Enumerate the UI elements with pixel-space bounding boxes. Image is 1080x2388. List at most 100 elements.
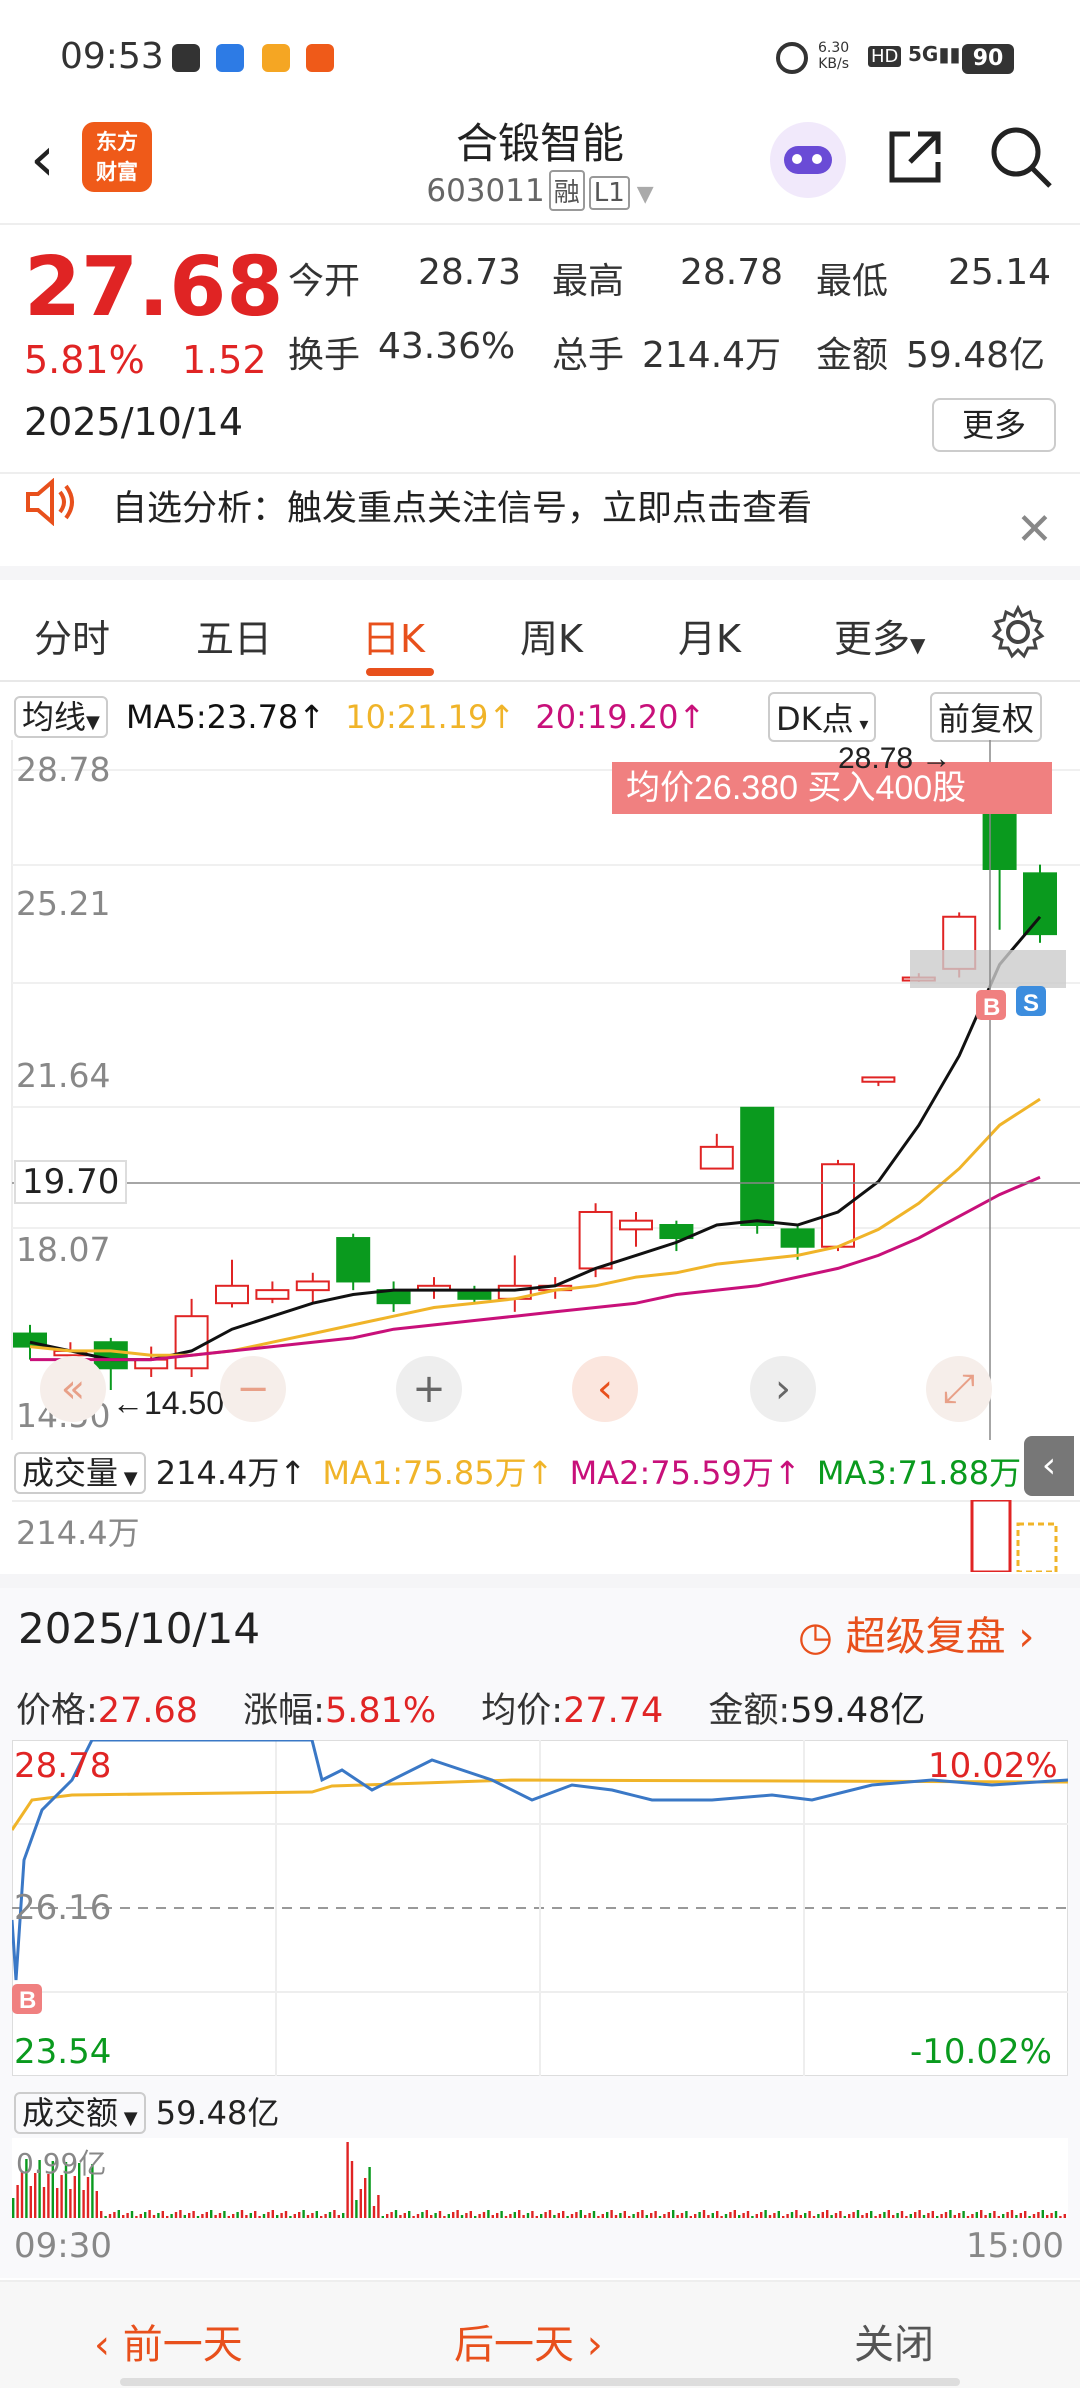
amount-bar [773,2213,776,2218]
intraday-chart[interactable]: B [12,1740,1068,2076]
vol-ma1: MA1:75.85万↑ [322,1454,554,1492]
amount-bar [628,2216,631,2218]
close-button[interactable]: 关闭 [854,2312,934,2370]
candle[interactable] [255,1289,290,1300]
amount-bar [597,2216,600,2218]
move-left-icon[interactable]: ‹ [572,1356,638,1422]
hd-icon: HD [868,46,902,67]
intraday-buy-label: B [19,1987,36,2014]
move-right-icon[interactable]: › [750,1356,816,1422]
amount-bar [892,2215,895,2218]
ma10-value: 10:21.19↑ [345,698,516,736]
close-notice-icon[interactable]: ✕ [1016,504,1053,555]
amount-bar [733,2210,736,2218]
amount-selector[interactable]: 成交额 ▼ [14,2092,146,2134]
zoom-in-icon[interactable]: + [396,1356,462,1422]
dk-selector[interactable]: DK点 ▾ [768,692,877,742]
ma-selector[interactable]: 均线▼ [14,696,108,738]
amount-bar [962,2211,965,2218]
amount-bar [958,2213,961,2218]
volume-selector[interactable]: 成交量 ▼ [14,1452,146,1494]
amount-bar [738,2215,741,2218]
candle[interactable] [861,1076,896,1083]
tab-daily-k[interactable]: 日K [362,608,425,663]
amount-bar [914,2212,917,2218]
amount-bar [553,2215,556,2218]
settings-gear-icon[interactable] [990,604,1046,660]
amount-bar [337,2215,340,2218]
tab-five-day[interactable]: 五日 [196,608,272,663]
kline-chart[interactable]: 均价26.380 买入400股 28.78 → ←14.50 B S [0,740,1080,1440]
amount-bar [531,2211,534,2218]
candle[interactable] [619,1219,653,1231]
amount-bar [469,2211,472,2218]
tab-monthly-k[interactable]: 月K [678,608,741,663]
amount-bar [311,2213,314,2218]
high-value: 28.78 [680,252,784,293]
amount-bar [993,2211,996,2218]
divider [0,1574,1080,1588]
amount-bar [742,2213,745,2218]
sell-marker-label: S [1023,990,1039,1017]
next-day-button[interactable]: 后一天 › [454,2312,603,2370]
candle[interactable] [740,1106,775,1227]
tab-more[interactable]: 更多▼ [834,608,925,663]
adjust-selector[interactable]: 前复权 [930,692,1043,742]
share-icon[interactable] [884,126,946,188]
super-replay-link[interactable]: ◷ 超级复盘 › [798,1604,1034,1662]
candle[interactable] [215,1284,249,1305]
avg-label: 均价: [481,1691,564,1731]
amount-bar [456,2210,459,2218]
notice-bar[interactable]: 自选分析：触发重点关注信号，立即点击查看 ✕ [0,472,1080,580]
amount-bar [12,2198,15,2218]
tab-weekly-k[interactable]: 周K [520,608,583,663]
amount-bar [729,2212,732,2218]
tab-intraday[interactable]: 分时 [34,608,110,663]
amount-bar [606,2212,609,2218]
ai-assistant-icon[interactable] [770,122,846,198]
amount-bar [474,2216,477,2218]
amount-bar [966,2216,970,2218]
margin-tag: 融 [548,170,585,211]
candle[interactable] [93,1341,128,1370]
amount-bar [1010,2210,1014,2218]
amount-bar [350,2161,354,2218]
amount-bar [302,2210,305,2218]
scroll-far-left-icon[interactable]: « [40,1356,106,1422]
amount-bar [192,2211,195,2218]
amount-bar [997,2216,1000,2218]
expand-side-icon[interactable]: ‹ [1024,1436,1074,1496]
amount-bar [152,2215,156,2218]
intraday-y-bot: 23.54 [14,2032,112,2072]
amount-bar [975,2212,978,2218]
fullscreen-icon[interactable]: ⤢ [926,1356,992,1422]
amount-bar [377,2195,380,2218]
amount-bar [812,2216,816,2218]
candle[interactable] [780,1228,815,1248]
candle[interactable] [174,1315,209,1370]
candle[interactable] [699,1145,734,1170]
amount-bar [108,2214,112,2218]
amount-bar [821,2212,824,2218]
amount-total: 59.48亿 [155,2094,280,2132]
amount-bar [601,2214,604,2218]
amount-bar [817,2214,820,2218]
more-quote-button[interactable]: 更多 [932,398,1056,452]
candle[interactable] [821,1163,855,1248]
amount-bar [482,2212,486,2218]
candle[interactable] [336,1237,371,1283]
candle[interactable] [578,1210,613,1270]
amount-bar [333,2210,336,2218]
amount-bar [909,2214,912,2218]
search-icon[interactable] [988,124,1054,190]
candle[interactable] [1023,872,1057,936]
stock-header: ‹ 东方 财富 合锻智能 603011 融 L1 ▼ [0,110,1080,225]
candle[interactable] [295,1280,330,1292]
amount-bar [280,2213,283,2218]
clock: 09:53 [60,36,164,77]
zoom-out-icon[interactable]: − [220,1356,286,1422]
change-percent: 5.81% [24,338,145,382]
amount-bar [509,2214,512,2218]
prev-day-button[interactable]: ‹ 前一天 [94,2312,243,2370]
amount-bar [852,2212,855,2218]
